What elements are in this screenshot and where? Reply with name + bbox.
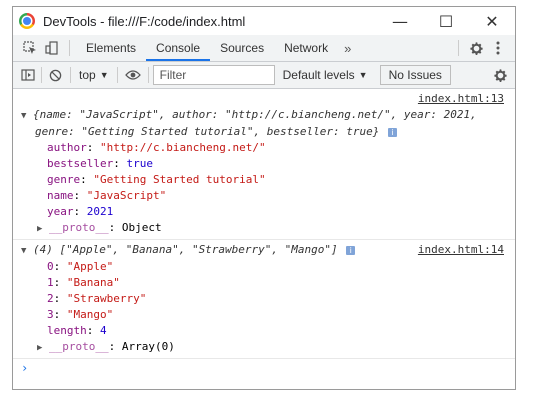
object-summary[interactable]: ▼ {name: "JavaScript", author: "http://c.…	[13, 107, 515, 124]
minimize-button[interactable]: —	[377, 7, 423, 35]
tab-console[interactable]: Console	[146, 35, 211, 61]
tab-elements[interactable]: Elements	[76, 35, 146, 61]
proto-key: __proto__	[49, 221, 109, 234]
divider	[116, 67, 118, 83]
info-icon: i	[388, 127, 397, 137]
divider	[41, 67, 42, 83]
window-controls: — ☐ ✕	[377, 7, 515, 35]
expand-triangle-icon[interactable]: ▼	[21, 108, 33, 124]
proto-value: Object	[121, 221, 162, 234]
title-bar: DevTools - file:///F:/code/index.html — …	[13, 7, 515, 35]
expand-triangle-icon[interactable]: ▶	[37, 340, 49, 356]
more-options-icon[interactable]	[487, 37, 509, 59]
property-value: "JavaScript"	[86, 189, 167, 202]
summary-text: {name: "JavaScript", author: "http://c.b…	[33, 108, 477, 121]
property-value: "Apple"	[66, 260, 114, 273]
property-key: year	[47, 205, 74, 218]
close-button[interactable]: ✕	[469, 7, 515, 35]
devtools-window: DevTools - file:///F:/code/index.html — …	[12, 6, 516, 390]
dropdown-caret-icon: ▼	[358, 70, 368, 80]
dropdown-caret-icon: ▼	[99, 70, 109, 80]
source-link[interactable]: index.html:13	[418, 91, 504, 107]
property-value: "http://c.biancheng.net/"	[100, 141, 266, 154]
context-selector[interactable]: top ▼	[75, 68, 113, 82]
property-row: name: "JavaScript"	[47, 189, 167, 202]
log-levels-label: Default levels	[282, 68, 355, 82]
property-key: 3	[47, 308, 54, 321]
tab-network[interactable]: Network	[274, 35, 338, 61]
proto-value: Array(0)	[121, 340, 175, 353]
property-value: "Banana"	[66, 276, 120, 289]
console-prompt[interactable]: ›	[13, 359, 515, 377]
proto-key: __proto__	[49, 340, 109, 353]
property-value: "Strawberry"	[66, 292, 147, 305]
property-row: year: 2021	[47, 205, 114, 218]
property-value: "Getting Started tutorial"	[93, 173, 266, 186]
filter-input[interactable]	[152, 65, 275, 85]
console-message: index.html:13 ▼ {name: "JavaScript", auth…	[13, 89, 515, 240]
info-icon: i	[346, 245, 356, 255]
property-value: 4	[100, 324, 107, 337]
console-settings-gear-icon[interactable]	[489, 64, 511, 86]
property-key: genre	[47, 173, 81, 186]
divider	[70, 67, 71, 83]
property-key: bestseller	[47, 157, 114, 170]
window-title: DevTools - file:///F:/code/index.html	[43, 13, 246, 29]
issues-button[interactable]: No Issues	[379, 65, 451, 85]
tab-sources[interactable]: Sources	[210, 35, 274, 61]
live-expression-eye-icon[interactable]	[122, 64, 144, 86]
console-output: index.html:13 ▼ {name: "JavaScript", auth…	[13, 89, 515, 377]
show-sidebar-icon[interactable]	[17, 64, 39, 86]
divider	[458, 40, 459, 56]
device-toolbar-icon[interactable]	[41, 37, 63, 59]
object-summary-cont: genre: "Getting Started tutorial", bests…	[13, 124, 515, 140]
settings-gear-icon[interactable]	[465, 37, 487, 59]
divider	[147, 67, 149, 83]
summary-text: genre: "Getting Started tutorial", bests…	[35, 125, 380, 138]
property-row: 3: "Mango"	[47, 308, 114, 321]
property-row: genre: "Getting Started tutorial"	[47, 173, 266, 186]
property-key: author	[47, 141, 87, 154]
property-row: length: 4	[47, 324, 107, 337]
property-value: "Mango"	[66, 308, 114, 321]
source-link[interactable]: index.html:14	[418, 242, 504, 258]
summary-text: (4) ["Apple", "Banana", "Strawberry", "M…	[33, 243, 338, 256]
inspect-element-icon[interactable]	[19, 37, 41, 59]
clear-console-icon[interactable]	[44, 64, 66, 86]
divider	[69, 40, 70, 56]
console-message: index.html:14 ▼ (4) ["Apple", "Banana", "…	[13, 240, 515, 359]
property-row: author: "http://c.biancheng.net/"	[47, 141, 266, 154]
property-key: 2	[47, 292, 54, 305]
expand-triangle-icon[interactable]: ▶	[37, 221, 49, 237]
maximize-button[interactable]: ☐	[423, 7, 469, 35]
property-value: true	[126, 157, 153, 170]
property-key: 1	[47, 276, 54, 289]
panel-tabs-bar: Elements Console Sources Network »	[13, 35, 515, 62]
property-key: name	[47, 189, 74, 202]
property-key: 0	[47, 260, 54, 273]
property-value: 2021	[86, 205, 114, 218]
more-tabs-button[interactable]: »	[338, 41, 357, 56]
tabs-bar-right	[452, 37, 509, 59]
property-row: bestseller: true	[47, 157, 153, 170]
expand-triangle-icon[interactable]: ▼	[21, 243, 33, 259]
log-levels-dropdown[interactable]: Default levels ▼	[283, 68, 368, 82]
console-settings	[489, 64, 511, 86]
property-row: 0: "Apple"	[47, 260, 114, 273]
chrome-logo-icon	[19, 13, 35, 29]
proto-row[interactable]: ▶ __proto__: Array(0)	[13, 339, 515, 356]
property-row: 1: "Banana"	[47, 276, 120, 289]
property-row: 2: "Strawberry"	[47, 292, 147, 305]
proto-row[interactable]: ▶ __proto__: Object	[13, 220, 515, 237]
context-label: top	[79, 68, 96, 82]
property-key: length	[47, 324, 87, 337]
console-toolbar: top ▼ Default levels ▼ No Issues	[13, 62, 515, 89]
